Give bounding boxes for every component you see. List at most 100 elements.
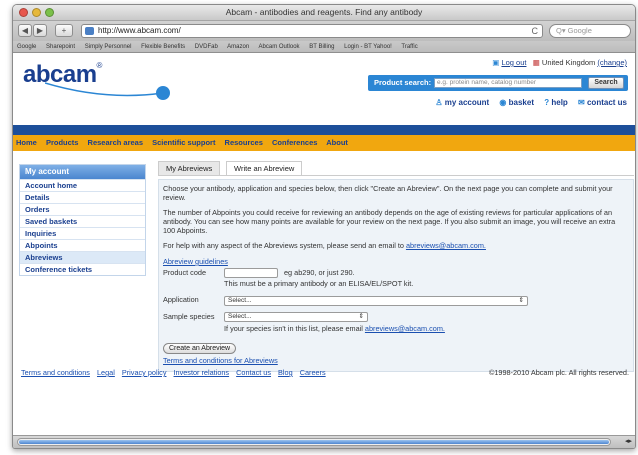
main-nav: Home Products Research areas Scientific …: [13, 135, 635, 151]
region-label: United Kingdom: [541, 58, 596, 67]
scrollbar-thumb[interactable]: [19, 440, 609, 444]
url-text: http://www.abcam.com/: [98, 26, 181, 35]
species-select[interactable]: Select... ⇕: [224, 312, 368, 322]
basket-link[interactable]: ◉ basket: [499, 98, 534, 107]
bookmark-item[interactable]: Traffic: [401, 44, 417, 50]
create-abreview-button[interactable]: Create an Abreview: [163, 343, 237, 354]
footer-link[interactable]: Terms and conditions: [21, 368, 90, 377]
footer-link[interactable]: Blog: [278, 368, 293, 377]
product-code-row: Product code eg ab290, or just 290.: [163, 266, 629, 281]
footer-link[interactable]: Privacy policy: [122, 368, 167, 377]
horizontal-scrollbar[interactable]: [17, 438, 611, 446]
reload-icon[interactable]: C: [532, 25, 539, 37]
site-icon: [85, 27, 94, 35]
browser-toolbar: ◀ ▶ + http://www.abcam.com/ C Q▾ Google: [13, 21, 635, 41]
footer-link[interactable]: Investor relations: [174, 368, 230, 377]
tab-write-abreview[interactable]: Write an Abreview: [226, 161, 303, 175]
search-button[interactable]: Search: [588, 77, 624, 89]
search-label: Product search:: [374, 78, 432, 87]
browser-search-input[interactable]: Q▾ Google: [549, 24, 631, 38]
intro-paragraph: Choose your antibody, application and sp…: [163, 184, 613, 202]
help-icon: ?: [544, 98, 550, 107]
bookmark-item[interactable]: Sharepoint: [46, 44, 75, 50]
logout-icon: ▣: [492, 58, 500, 67]
header-stripe: [13, 125, 635, 135]
bookmark-item[interactable]: Flexible Benefits: [141, 44, 185, 50]
title-bar: Abcam - antibodies and reagents. Find an…: [13, 5, 635, 21]
window-title: Abcam - antibodies and reagents. Find an…: [225, 7, 423, 17]
user-icon: ♙: [435, 98, 443, 107]
forward-button[interactable]: ▶: [33, 24, 47, 37]
abreview-form-panel: Choose your antibody, application and sp…: [158, 179, 634, 372]
select-arrows-icon: ⇕: [518, 297, 524, 304]
guidelines-link[interactable]: Abreview guidelines: [163, 257, 228, 266]
sidebar-item-inquiries[interactable]: Inquiries: [20, 227, 145, 239]
application-label: Application: [163, 295, 199, 304]
footer-link[interactable]: Careers: [300, 368, 326, 377]
uk-flag-icon: ▦: [532, 58, 540, 67]
footer-link[interactable]: Legal: [97, 368, 115, 377]
logout-link[interactable]: Log out: [501, 58, 526, 67]
sidebar-item-orders[interactable]: Orders: [20, 203, 145, 215]
nav-item[interactable]: Scientific support: [152, 138, 215, 147]
add-bookmark-button[interactable]: +: [55, 24, 73, 37]
product-code-hint: eg ab290, or just 290.: [284, 268, 355, 277]
bookmark-item[interactable]: Amazon: [227, 44, 249, 50]
sidebar-title: My account: [20, 165, 145, 179]
abpoints-paragraph: The number of Abpoints you could receive…: [163, 208, 616, 235]
footer-link[interactable]: Contact us: [236, 368, 271, 377]
tab-my-abreviews[interactable]: My Abreviews: [158, 161, 221, 175]
tab-bar: My Abreviews Write an Abreview: [158, 161, 634, 175]
sidebar-item-abpoints[interactable]: Abpoints: [20, 239, 145, 251]
mail-icon: ✉: [578, 98, 585, 107]
bookmark-item[interactable]: Google: [17, 44, 36, 50]
bookmark-item[interactable]: BT Billing: [309, 44, 334, 50]
product-search-input[interactable]: e.g. protein name, catalog number: [434, 78, 582, 88]
page-footer: Terms and conditions Legal Privacy polic…: [13, 364, 635, 382]
product-code-label: Product code: [163, 268, 206, 277]
basket-icon: ◉: [499, 98, 507, 107]
product-search-bar: Product search: e.g. protein name, catal…: [368, 75, 628, 91]
help-link[interactable]: ? help: [544, 98, 568, 107]
bookmarks-bar: Google Sharepoint Simply Personnel Flexi…: [13, 41, 635, 53]
bookmark-item[interactable]: Simply Personnel: [85, 44, 132, 50]
species-hint: If your species isn't in this list, plea…: [224, 324, 445, 333]
sidebar-item-account-home[interactable]: Account home: [20, 179, 145, 191]
sidebar-item-conference-tickets[interactable]: Conference tickets: [20, 263, 145, 275]
sidebar-item-saved-baskets[interactable]: Saved baskets: [20, 215, 145, 227]
back-button[interactable]: ◀: [18, 24, 32, 37]
sidebar-item-abreviews[interactable]: Abreviews: [20, 251, 145, 263]
logo-swoosh-icon: [45, 82, 170, 100]
nav-item[interactable]: Home: [16, 138, 37, 147]
web-page: abcam® ▣ Log out ▦ United Kingdom (chang…: [13, 53, 635, 429]
bookmark-item[interactable]: DVDFab: [195, 44, 218, 50]
top-links: ▣ Log out ▦ United Kingdom (change): [492, 58, 627, 67]
help-paragraph: For help with any aspect of the Abreview…: [163, 241, 486, 250]
status-bar: ◂▸: [13, 435, 635, 448]
nav-item[interactable]: Research areas: [88, 138, 143, 147]
nav-item[interactable]: Products: [46, 138, 79, 147]
my-account-link[interactable]: ♙ my account: [435, 98, 489, 107]
copyright-text: ©1998-2010 Abcam plc. All rights reserve…: [488, 368, 629, 377]
nav-item[interactable]: Resources: [225, 138, 263, 147]
address-bar[interactable]: http://www.abcam.com/ C: [81, 24, 543, 38]
bookmark-item[interactable]: Login - BT Yahoo!: [344, 44, 392, 50]
browser-window: Abcam - antibodies and reagents. Find an…: [12, 4, 636, 449]
bookmark-item[interactable]: Abcam Outlook: [259, 44, 300, 50]
species-row: Sample species Select... ⇕: [163, 310, 629, 325]
species-email-link[interactable]: abreviews@abcam.com.: [365, 324, 445, 333]
nav-item[interactable]: Conferences: [272, 138, 317, 147]
account-sidebar: My account Account home Details Orders S…: [19, 164, 146, 276]
sidebar-item-details[interactable]: Details: [20, 191, 145, 203]
nav-item[interactable]: About: [326, 138, 348, 147]
contact-link[interactable]: ✉ contact us: [578, 98, 627, 107]
help-email-link[interactable]: abreviews@abcam.com.: [406, 241, 486, 250]
select-arrows-icon: ⇕: [358, 313, 364, 320]
application-row: Application Select... ⇕: [163, 293, 629, 310]
product-code-input[interactable]: [224, 268, 278, 278]
application-select[interactable]: Select... ⇕: [224, 296, 528, 306]
main-content: My Abreviews Write an Abreview Choose yo…: [158, 161, 634, 372]
change-region-link[interactable]: (change): [597, 58, 627, 67]
tab-divider: [158, 175, 634, 176]
scroll-arrows-icon[interactable]: ◂▸: [625, 437, 632, 445]
